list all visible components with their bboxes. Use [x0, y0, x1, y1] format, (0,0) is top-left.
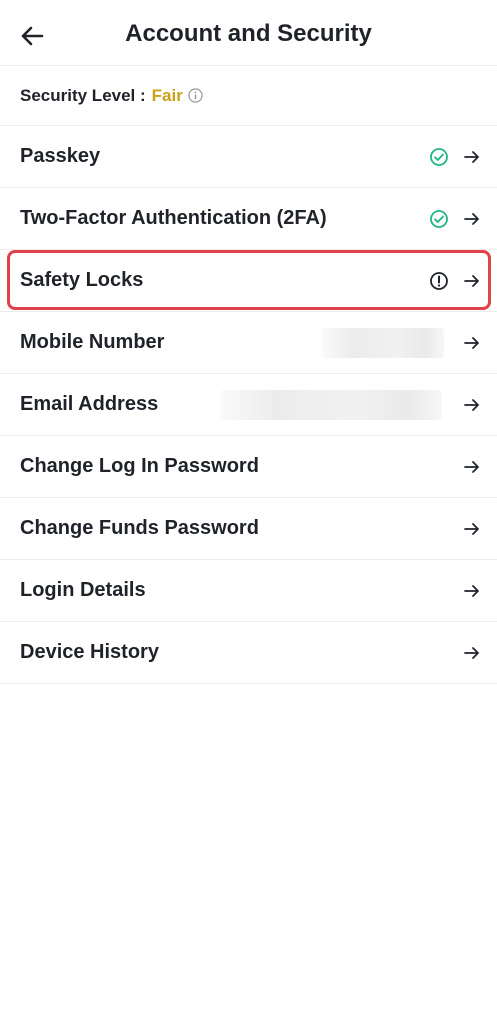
security-level: Security Level : Fair: [0, 66, 497, 126]
security-level-label: Security Level :: [20, 85, 146, 105]
check-circle-icon: [430, 210, 448, 228]
highlight-box: [7, 250, 491, 310]
row-login-details[interactable]: Login Details: [0, 560, 497, 622]
security-level-value: Fair: [151, 85, 183, 105]
arrow-right-icon: [464, 399, 479, 411]
row-label: Change Funds Password: [20, 517, 259, 539]
row-two-factor-authentication[interactable]: Two-Factor Authentication (2FA): [0, 188, 497, 250]
row-change-login-password[interactable]: Change Log In Password: [0, 436, 497, 498]
arrow-right-icon: [464, 213, 479, 225]
arrow-right-icon: [464, 585, 479, 597]
row-change-funds-password[interactable]: Change Funds Password: [0, 498, 497, 560]
row-label: Change Log In Password: [20, 455, 259, 477]
arrow-right-icon: [464, 523, 479, 535]
row-label: Device History: [20, 641, 159, 663]
row-label: Mobile Number: [20, 331, 165, 353]
row-device-history[interactable]: Device History: [0, 622, 497, 684]
page-title: Account and Security: [125, 20, 372, 47]
row-label: Email Address: [20, 393, 159, 415]
redacted-email-address: [220, 390, 442, 420]
header: Account and Security: [0, 0, 497, 66]
row-mobile-number[interactable]: Mobile Number: [0, 312, 497, 374]
check-circle-icon: [430, 148, 448, 166]
info-icon[interactable]: [188, 88, 203, 103]
row-email-address[interactable]: Email Address: [0, 374, 497, 436]
arrow-right-icon: [464, 337, 479, 349]
row-label: Login Details: [20, 579, 146, 601]
row-label: Passkey: [20, 145, 101, 167]
arrow-right-icon: [464, 461, 479, 473]
arrow-right-icon: [464, 647, 479, 659]
arrow-right-icon: [464, 151, 479, 163]
row-passkey[interactable]: Passkey: [0, 126, 497, 188]
row-label: Two-Factor Authentication (2FA): [20, 207, 327, 229]
redacted-mobile-number: [322, 328, 444, 358]
